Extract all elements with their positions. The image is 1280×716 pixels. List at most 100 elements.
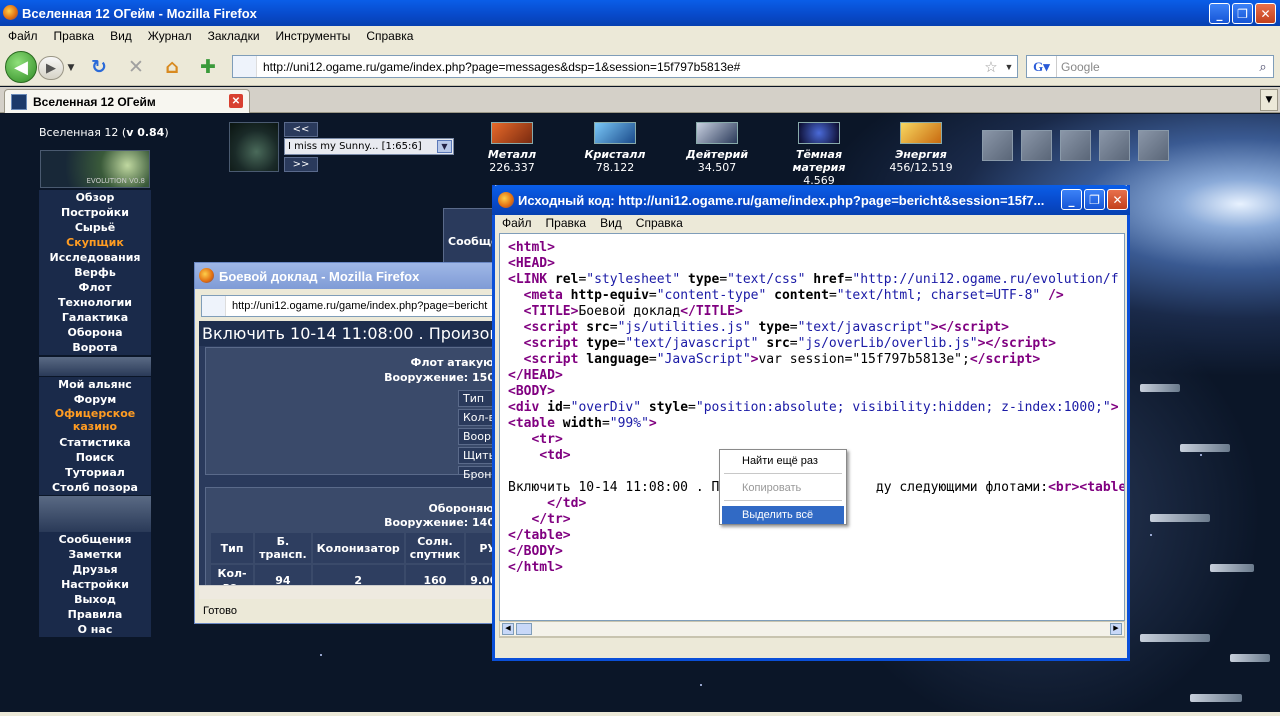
tab-ogame[interactable]: Вселенная 12 ОГейм ✕	[4, 89, 250, 113]
tab-bar: Вселенная 12 ОГейм ✕ ▼	[0, 87, 1280, 113]
source-menu-file[interactable]: Файл	[495, 216, 539, 230]
maximize-button[interactable]: ❐	[1232, 3, 1253, 24]
attacker-fleet-box: Флот атакующ Вооружение: 150% Тип Кол-в …	[205, 347, 511, 481]
prev-planet-button[interactable]: <<	[284, 122, 318, 137]
home-icon[interactable]: ⌂	[160, 56, 184, 78]
next-planet-button[interactable]: >>	[284, 157, 318, 172]
scroll-right-icon[interactable]: ▶	[1110, 623, 1122, 635]
menu-separator	[724, 500, 842, 501]
select-all-menu-item[interactable]: Выделить всё	[722, 506, 844, 524]
stop-icon[interactable]: ✕	[124, 56, 148, 78]
back-icon[interactable]: ◀	[5, 51, 37, 83]
tab-favicon-icon	[11, 93, 27, 110]
minimize-button[interactable]: _	[1061, 189, 1082, 210]
game-logo: EVOLUTION V0.8	[40, 150, 150, 188]
menu-settings[interactable]: Настройки	[39, 577, 151, 592]
copy-menu-item[interactable]: Копировать	[722, 479, 844, 497]
menu-galaxy[interactable]: Галактика	[39, 310, 151, 325]
menu-edit[interactable]: Правка	[46, 29, 103, 43]
menu-tutorial[interactable]: Туториал	[39, 465, 151, 480]
menu-overview[interactable]: Обзор	[39, 190, 151, 205]
forward-icon[interactable]: ▶	[38, 56, 64, 80]
menu-help[interactable]: Справка	[358, 29, 421, 43]
reload-icon[interactable]: ↻	[87, 56, 111, 78]
url-bar[interactable]: http://uni12.ogame.ru/game/index.php?pag…	[232, 55, 1018, 78]
battle-window-titlebar[interactable]: Боевой доклад - Mozilla Firefox	[195, 263, 513, 289]
add-bookmark-icon[interactable]: ✚	[196, 56, 220, 78]
menu-separator	[724, 473, 842, 474]
minimize-button[interactable]: _	[1209, 3, 1230, 24]
resource-deuterium: Дейтерий 34.507	[667, 122, 767, 174]
menu-forum[interactable]: Форум	[39, 392, 151, 407]
tab-list-icon[interactable]: ▼	[1260, 89, 1278, 111]
battle-url-bar[interactable]: http://uni12.ogame.ru/game/index.php?pag…	[201, 295, 511, 317]
menu-tools[interactable]: Инструменты	[268, 29, 359, 43]
planet-image[interactable]	[229, 122, 279, 172]
menu-history[interactable]: Журнал	[140, 29, 200, 43]
main-menu: Обзор Постройки Сырьё Скупщик Исследован…	[39, 190, 151, 355]
navigation-toolbar: ◀ ▶ ▼ ↻ ✕ ⌂ ✚ http://uni12.ogame.ru/game…	[0, 46, 1280, 86]
menu-pillory[interactable]: Столб позора	[39, 480, 151, 495]
close-button[interactable]: ✕	[1255, 3, 1276, 24]
source-menu-help[interactable]: Справка	[629, 216, 690, 230]
menu-messages[interactable]: Сообщения	[39, 532, 151, 547]
menu-rules[interactable]: Правила	[39, 607, 151, 622]
search-engine-icon[interactable]: G▾	[1027, 56, 1057, 77]
source-code-view[interactable]: <html> <HEAD> <LINK rel="stylesheet" typ…	[499, 233, 1125, 621]
scroll-thumb[interactable]	[516, 623, 532, 635]
close-button[interactable]: ✕	[1107, 189, 1128, 210]
engineer-officer-icon[interactable]	[1060, 130, 1091, 161]
menu-fleet[interactable]: Флот	[39, 280, 151, 295]
menu-about[interactable]: О нас	[39, 622, 151, 637]
source-menu-view[interactable]: Вид	[593, 216, 629, 230]
geologist-officer-icon[interactable]	[1099, 130, 1130, 161]
menu-resources[interactable]: Сырьё	[39, 220, 151, 235]
source-menu-edit[interactable]: Правка	[539, 216, 594, 230]
menu-shipyard[interactable]: Верфь	[39, 265, 151, 280]
history-dropdown-icon[interactable]: ▼	[64, 58, 78, 78]
source-menu-bar: Файл Правка Вид Справка	[495, 213, 1127, 233]
view-source-window: Исходный код: http://uni12.ogame.ru/game…	[492, 185, 1130, 661]
scroll-left-icon[interactable]: ◀	[502, 623, 514, 635]
menu-bar: Файл Правка Вид Журнал Закладки Инструме…	[0, 26, 1280, 46]
menu-technology[interactable]: Технологии	[39, 295, 151, 310]
menu-trader[interactable]: Скупщик	[39, 235, 151, 250]
menu-research[interactable]: Исследования	[39, 250, 151, 265]
tab-close-icon[interactable]: ✕	[229, 94, 243, 108]
battle-url-text: http://uni12.ogame.ru/game/index.php?pag…	[232, 300, 488, 312]
resource-dark-matter: Тёмная материя 4.569	[769, 122, 869, 187]
url-dropdown-icon[interactable]: ▼	[1001, 62, 1017, 72]
menu-logout[interactable]: Выход	[39, 592, 151, 607]
menu-buddies[interactable]: Друзья	[39, 562, 151, 577]
bookmark-star-icon[interactable]: ☆	[981, 58, 1001, 76]
menu-file[interactable]: Файл	[0, 29, 46, 43]
menu-buildings[interactable]: Постройки	[39, 205, 151, 220]
search-box[interactable]: G▾ Google ⌕	[1026, 55, 1274, 78]
find-again-menu-item[interactable]: Найти ещё раз	[722, 452, 844, 470]
menu-alliance[interactable]: Мой альянс	[39, 377, 151, 392]
menu-defense[interactable]: Оборона	[39, 325, 151, 340]
search-icon[interactable]: ⌕	[1253, 59, 1273, 75]
community-menu: Мой альянс Форум Офицерское казино Стати…	[39, 377, 151, 495]
maximize-button[interactable]: ❐	[1084, 189, 1105, 210]
admiral-officer-icon[interactable]	[1021, 130, 1052, 161]
menu-search[interactable]: Поиск	[39, 450, 151, 465]
menu-notes[interactable]: Заметки	[39, 547, 151, 562]
resource-name: Энергия	[895, 148, 947, 161]
menu-view[interactable]: Вид	[102, 29, 140, 43]
menu-statistics[interactable]: Статистика	[39, 435, 151, 450]
chevron-down-icon[interactable]: ▼	[437, 140, 452, 153]
menu-gate[interactable]: Ворота	[39, 340, 151, 355]
planet-select[interactable]: I miss my Sunny... [1:65:6] ▼	[284, 138, 454, 155]
commander-officer-icon[interactable]	[982, 130, 1013, 161]
horizontal-scrollbar[interactable]	[199, 585, 511, 599]
deuterium-icon	[696, 122, 738, 144]
menu-officers[interactable]: Офицерское	[39, 407, 151, 420]
menu-bookmarks[interactable]: Закладки	[200, 29, 268, 43]
universe-title: Вселенная 12 (v 0.84)	[39, 126, 169, 139]
technocrat-officer-icon[interactable]	[1138, 130, 1169, 161]
menu-casino[interactable]: казино	[39, 420, 151, 435]
source-window-titlebar[interactable]: Исходный код: http://uni12.ogame.ru/game…	[492, 185, 1130, 215]
source-horizontal-scrollbar[interactable]: ◀ ▶	[499, 621, 1125, 637]
firefox-icon	[498, 192, 514, 208]
